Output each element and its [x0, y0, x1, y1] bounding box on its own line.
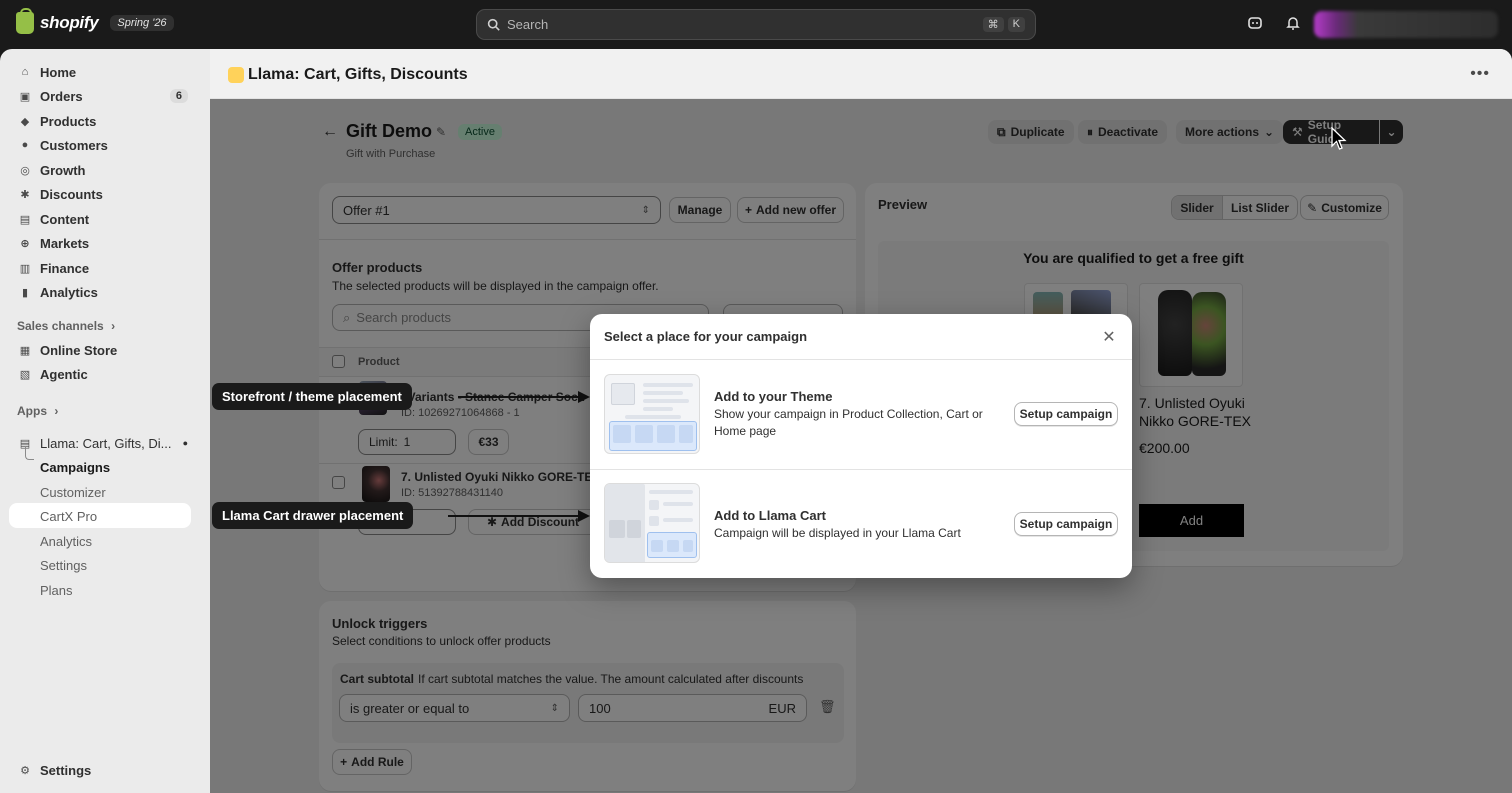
storefront-arrow-line — [458, 396, 580, 398]
sidebar-item-content[interactable]: ▤ Content — [8, 207, 202, 231]
option-desc-theme: Show your campaign in Product Collection… — [714, 407, 983, 438]
sidebar-item-label: Growth — [40, 162, 86, 178]
setup-campaign-theme-button[interactable]: Setup campaign — [1014, 402, 1118, 426]
sidebar-item-label: Products — [40, 113, 97, 129]
sidebar-item-settings[interactable]: ⚙ Settings — [8, 758, 202, 782]
campaign-placement-modal: Select a place for your campaign ✕ Add t… — [590, 314, 1132, 578]
sidebar-item-finance[interactable]: ▥ Finance — [8, 256, 202, 280]
modal-title: Select a place for your campaign — [604, 329, 808, 344]
sidebar-item-discounts[interactable]: ✱ Discounts — [8, 182, 202, 206]
agentic-icon: ▧ — [19, 368, 31, 381]
gear-icon: ⚙ — [20, 764, 30, 777]
close-icon[interactable]: ✕ — [1100, 327, 1118, 347]
sales-channels-label: Sales channels — [17, 319, 104, 333]
logo-text: shopify — [40, 13, 99, 32]
sidebar-item-label: Agentic — [40, 366, 88, 382]
store-icon: ▦ — [19, 344, 31, 357]
mouse-cursor-icon — [1331, 127, 1347, 150]
sidebar-item-growth[interactable]: ◎ Growth — [8, 158, 202, 182]
sidebar-item-customers[interactable]: ● Customers — [8, 133, 202, 157]
bell-icon[interactable] — [1284, 15, 1302, 33]
sidebar-item-label: Settings — [40, 762, 92, 778]
cart-drawer-arrow-line — [448, 515, 580, 517]
home-icon: ⌂ — [21, 66, 29, 78]
modal-divider — [590, 469, 1132, 470]
sidebar-item-label: Customers — [40, 137, 108, 153]
shopify-bag-icon — [16, 8, 34, 34]
bank-icon: ▥ — [19, 262, 31, 275]
sidebar-item-orders[interactable]: ▣ Orders 6 — [8, 84, 202, 108]
sidebar-item-label: Markets — [40, 235, 90, 251]
tag-icon: ◆ — [20, 115, 30, 128]
account-avatar[interactable] — [1314, 11, 1498, 38]
content-icon: ▤ — [19, 213, 31, 226]
sidebar-item-online-store[interactable]: ▦ Online Store — [8, 338, 202, 362]
option-desc-llama-cart: Campaign will be displayed in your Llama… — [714, 526, 961, 540]
sales-channels-heading[interactable]: Sales channels › — [17, 319, 115, 333]
llama-cart-placement-illustration — [604, 483, 700, 563]
sidebar-subitem-settings[interactable]: Settings — [40, 558, 87, 573]
chevron-right-icon: › — [111, 319, 116, 333]
cart-drawer-arrow-head — [578, 510, 590, 522]
sidebar-item-label: Finance — [40, 260, 90, 276]
sidebar-item-label: Llama: Cart, Gifts, Di... — [40, 435, 172, 451]
option-title-theme: Add to your Theme — [714, 389, 833, 404]
sidebar-item-label: Home — [40, 64, 77, 80]
sidebar-item-agentic[interactable]: ▧ Agentic — [8, 362, 202, 386]
app-title: Llama: Cart, Gifts, Discounts — [248, 66, 468, 83]
setup-campaign-llama-cart-button[interactable]: Setup campaign — [1014, 512, 1118, 536]
search-shortcut: ⌘ K — [982, 17, 1025, 32]
sidebar-item-label: Online Store — [40, 342, 118, 358]
sidebar-subitem-cartx-pro[interactable]: CartX Pro — [40, 509, 97, 524]
sidebar-item-label: Analytics — [40, 284, 98, 300]
active-indicator — [9, 503, 191, 528]
sidebar-subitem-campaigns[interactable]: Campaigns — [40, 460, 110, 475]
storefront-placement-callout: Storefront / theme placement — [212, 383, 412, 410]
shortcut-key-cmd: ⌘ — [982, 17, 1004, 32]
growth-icon: ◎ — [20, 164, 30, 177]
shopify-logo[interactable]: shopify Spring '26 — [16, 8, 174, 34]
tree-connector — [25, 446, 34, 460]
sidebar-item-home[interactable]: ⌂ Home — [8, 60, 202, 84]
chart-icon: ▮ — [21, 286, 29, 299]
llama-app-logo — [228, 67, 244, 83]
discount-icon: ✱ — [20, 188, 30, 201]
option-title-llama-cart: Add to Llama Cart — [714, 508, 826, 523]
cart-drawer-placement-callout: Llama Cart drawer placement — [212, 502, 414, 529]
sidebar-item-label: Orders — [40, 88, 83, 104]
sidebar-item-products[interactable]: ◆ Products — [8, 109, 202, 133]
orders-icon: ▣ — [19, 90, 31, 103]
sidebar-item-llama-app[interactable]: ▤ Llama: Cart, Gifts, Di... ● — [8, 431, 202, 455]
sidekick-icon[interactable] — [1246, 15, 1264, 33]
sidebar-subitem-customizer[interactable]: Customizer — [40, 485, 106, 500]
storefront-arrow-head — [578, 391, 590, 403]
more-options-icon[interactable]: ••• — [1470, 65, 1490, 83]
sidebar-subitem-plans[interactable]: Plans — [40, 583, 73, 598]
orders-count-badge: 6 — [169, 89, 188, 103]
chevron-right-icon: › — [54, 404, 59, 418]
sidebar-item-label: Content — [40, 211, 90, 227]
sidebar-subitem-analytics[interactable]: Analytics — [40, 534, 92, 549]
sidebar: ⌂ Home ▣ Orders 6 ◆ Products ● Customers ◎ Gr… — [0, 49, 210, 793]
pin-dot-icon: ● — [182, 438, 188, 448]
person-icon: ● — [21, 139, 29, 151]
search-placeholder: Search — [507, 17, 549, 32]
modal-divider — [590, 359, 1132, 360]
edition-badge: Spring '26 — [110, 15, 174, 31]
search-icon — [487, 18, 500, 31]
top-bar: shopify Spring '26 Search ⌘ K — [0, 0, 1512, 49]
sidebar-item-label: Discounts — [40, 186, 103, 202]
sidebar-item-analytics[interactable]: ▮ Analytics — [8, 280, 202, 304]
shortcut-key-k: K — [1007, 17, 1025, 32]
globe-icon: ⊕ — [20, 237, 30, 250]
apps-label: Apps — [17, 404, 47, 418]
apps-heading[interactable]: Apps › — [17, 404, 58, 418]
theme-placement-illustration — [604, 374, 700, 454]
app-header: Llama: Cart, Gifts, Discounts ••• — [210, 49, 1512, 99]
global-search-input[interactable]: Search ⌘ K — [476, 9, 1036, 40]
sidebar-item-markets[interactable]: ⊕ Markets — [8, 231, 202, 255]
